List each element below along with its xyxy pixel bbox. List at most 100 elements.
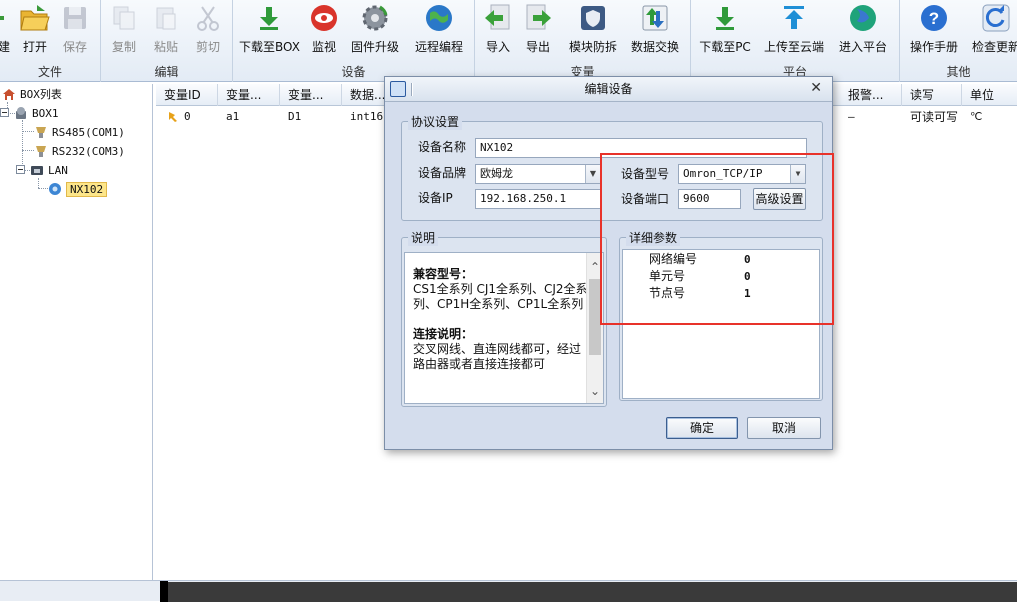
- import-button[interactable]: 导入: [481, 2, 515, 60]
- cell-alarm: —: [848, 110, 855, 123]
- description-group: 说明 兼容型号： CS1全系列 CJ1全系列、CJ2全系列、CP1H全系列、CP…: [401, 229, 607, 407]
- lan-port-icon: [30, 163, 44, 177]
- cell-read-write: 可读可写: [910, 110, 959, 124]
- description-text: 兼容型号： CS1全系列 CJ1全系列、CJ2全系列、CP1H全系列、CP1L全…: [413, 267, 591, 372]
- cell-var-name: a1: [226, 110, 240, 123]
- home-icon: [2, 87, 16, 101]
- column-header-var-id[interactable]: 变量ID: [156, 84, 218, 106]
- column-header-read-write[interactable]: 读写: [902, 84, 962, 106]
- description-box: 兼容型号： CS1全系列 CJ1全系列、CJ2全系列、CP1H全系列、CP1L全…: [404, 252, 604, 404]
- compat-title: 兼容型号：: [413, 267, 474, 281]
- export-button[interactable]: 导出: [521, 2, 555, 60]
- group-device: 下载至BOX 监视 固件升级 远程编程 设备: [233, 0, 475, 82]
- cancel-button[interactable]: 取消: [747, 417, 821, 439]
- cut-button[interactable]: 剪切: [191, 2, 225, 60]
- device-name-label: 设备名称: [418, 140, 467, 154]
- column-header-alarm[interactable]: 报警...: [840, 84, 902, 106]
- shield-icon: [577, 2, 609, 34]
- collapse-icon[interactable]: [0, 106, 10, 120]
- platform-globe-icon: [847, 2, 879, 34]
- monitor-button[interactable]: 监视: [307, 2, 341, 60]
- conn-title: 连接说明：: [413, 327, 474, 341]
- check-update-button[interactable]: 检查更新: [968, 2, 1017, 60]
- serial-port-icon: [34, 125, 48, 139]
- folder-open-icon: [19, 2, 51, 34]
- import-icon: [482, 2, 514, 34]
- open-button[interactable]: 打开: [18, 2, 52, 60]
- status-bar: [0, 580, 1017, 602]
- group-label-file: 文件: [37, 65, 62, 79]
- output-panel: [160, 582, 1017, 602]
- firmware-upgrade-button[interactable]: 固件升级: [347, 2, 403, 60]
- protocol-settings-legend: 协议设置: [408, 113, 463, 130]
- device-node-icon: [48, 182, 62, 196]
- column-header-data-type[interactable]: 数据...: [342, 84, 386, 106]
- dialog-title-bar[interactable]: 编辑设备 ✕: [385, 77, 832, 102]
- collapse-icon[interactable]: [16, 163, 26, 177]
- save-button[interactable]: 保存: [58, 2, 92, 60]
- group-label-other: 其他: [946, 65, 971, 79]
- description-legend: 说明: [408, 229, 439, 246]
- download-icon: [709, 2, 741, 34]
- cell-var-id: 0: [160, 108, 220, 126]
- data-exchange-button[interactable]: 数据交换: [627, 2, 683, 60]
- group-variable: 导入 导出 模块防拆 数据交换 变量: [475, 0, 691, 82]
- remote-programming-button[interactable]: 远程编程: [411, 2, 467, 60]
- copy-icon: [108, 2, 140, 34]
- group-label-edit: 编辑: [154, 65, 179, 79]
- column-header-unit[interactable]: 单位: [962, 84, 1017, 106]
- device-brand-label: 设备品牌: [418, 166, 467, 180]
- compat-text: CS1全系列 CJ1全系列、CJ2全系列、CP1H全系列、CP1L全系列: [413, 282, 588, 311]
- new-button[interactable]: 建: [0, 2, 12, 60]
- tree-item-nx102[interactable]: NX102: [48, 180, 108, 198]
- manual-button[interactable]: ? 操作手册: [906, 2, 962, 60]
- help-icon: ?: [918, 2, 950, 34]
- tree-root-box-list[interactable]: BOX列表: [2, 85, 62, 103]
- close-icon[interactable]: ✕: [810, 80, 822, 96]
- device-ip-input[interactable]: 192.168.250.1: [475, 189, 601, 209]
- box-device-icon: [14, 106, 28, 120]
- box-tree-panel: BOX列表 BOX1 RS485(COM1) RS232(COM3) LAN N…: [0, 84, 153, 580]
- svg-text:?: ?: [929, 9, 939, 28]
- paste-button[interactable]: 粘贴: [149, 2, 183, 60]
- cell-unit: ℃: [970, 110, 983, 123]
- export-icon: [522, 2, 554, 34]
- ok-button[interactable]: 确定: [666, 417, 738, 439]
- gear-icon: [359, 2, 391, 34]
- device-ip-label: 设备IP: [418, 191, 453, 205]
- scissors-icon: [192, 2, 224, 34]
- conn-text: 交叉网线、直连网线都可，经过路由器或者直接连接都可: [413, 342, 582, 371]
- save-icon: [59, 2, 91, 34]
- copy-button[interactable]: 复制: [107, 2, 141, 60]
- download-icon: [253, 2, 285, 34]
- highlight-annotation: [600, 153, 834, 325]
- device-brand-select[interactable]: 欧姆龙 ▼: [475, 164, 601, 184]
- splitter[interactable]: [160, 581, 168, 602]
- group-file: 建 打开 保存 文件: [0, 0, 101, 82]
- new-icon: [0, 2, 18, 34]
- tree-item-rs485[interactable]: RS485(COM1): [34, 123, 125, 141]
- enter-platform-button[interactable]: 进入平台: [835, 2, 891, 60]
- module-protect-button[interactable]: 模块防拆: [565, 2, 621, 60]
- serial-port-icon: [34, 144, 48, 158]
- globe-icon: [423, 2, 455, 34]
- upload-to-cloud-button[interactable]: 上传至云端: [763, 2, 825, 60]
- cell-var-addr: D1: [288, 110, 302, 123]
- eye-icon: [308, 2, 340, 34]
- group-platform: 下载至PC 上传至云端 进入平台 平台: [691, 0, 900, 82]
- group-edit: 复制 粘贴 剪切 编辑: [101, 0, 233, 82]
- column-header-var-addr[interactable]: 变量...: [280, 84, 342, 106]
- chevron-down-icon[interactable]: ⌄: [587, 383, 603, 399]
- download-to-pc-button[interactable]: 下载至PC: [697, 2, 753, 60]
- paste-icon: [150, 2, 182, 34]
- chevron-down-icon[interactable]: ▼: [585, 165, 600, 183]
- column-header-var-name[interactable]: 变量...: [218, 84, 280, 106]
- tree-item-lan[interactable]: LAN: [16, 161, 68, 179]
- ribbon-toolbar: 建 打开 保存 文件 复制 粘贴 剪切 编辑 下载至BOX 监视 固件升级 远程…: [0, 0, 1017, 82]
- tree-item-box1[interactable]: BOX1: [0, 104, 59, 122]
- variable-key-icon: [169, 112, 177, 122]
- group-other: ? 操作手册 检查更新 其他: [900, 0, 1017, 82]
- tree-item-rs232[interactable]: RS232(COM3): [34, 142, 125, 160]
- download-to-box-button[interactable]: 下载至BOX: [239, 2, 300, 60]
- dialog-title: 编辑设备: [584, 82, 633, 96]
